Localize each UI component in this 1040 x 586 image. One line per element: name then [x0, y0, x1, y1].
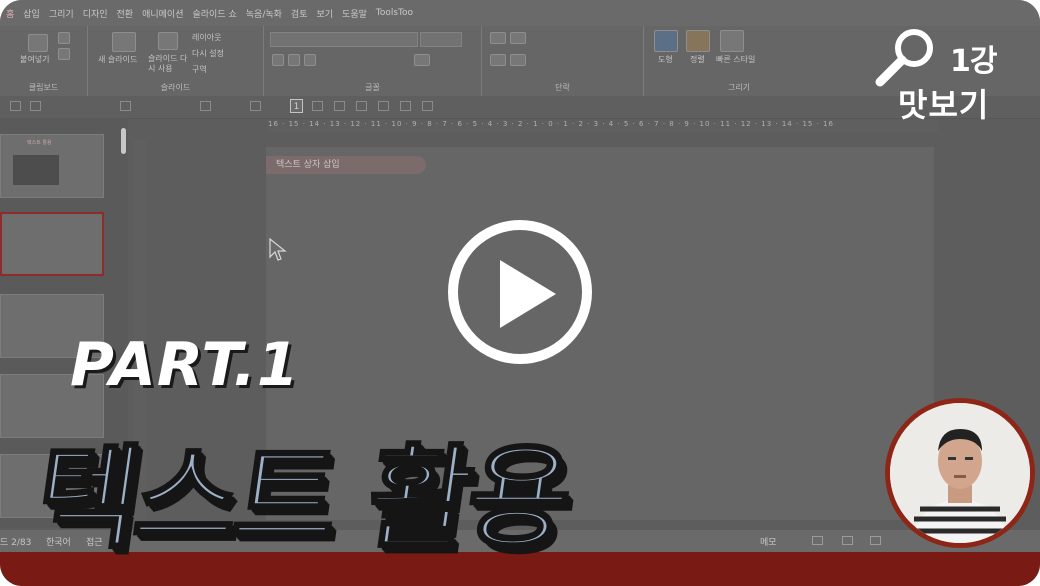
new-slide-icon[interactable] [112, 32, 136, 52]
quick-access-toolbar: 1 [0, 96, 1040, 119]
tab-slideshow[interactable]: 슬라이드 쇼 [193, 7, 246, 20]
qat-icon-6[interactable] [312, 101, 323, 111]
qat-icon-11[interactable] [422, 101, 433, 111]
quick-styles-icon[interactable] [720, 30, 744, 52]
tab-home[interactable]: 홈 [6, 7, 23, 20]
ribbon-tab-bar: 홈 삽입 그리기 디자인 전환 애니메이션 슬라이드 쇼 녹음/녹화 검토 보기… [0, 0, 1040, 26]
qat-icon-5[interactable] [250, 101, 261, 111]
layout-button[interactable]: 레이아웃 [192, 32, 221, 43]
textbox-insert-label: 텍스트 상자 삽입 [266, 156, 426, 174]
tab-help[interactable]: 도움말 [342, 7, 376, 20]
tab-record[interactable]: 녹음/녹화 [246, 7, 291, 20]
tab-transitions[interactable]: 전환 [117, 7, 143, 20]
tab-design[interactable]: 디자인 [83, 7, 117, 20]
slide-thumbnail-1[interactable]: 텍스트 활용 [0, 134, 104, 198]
video-title: 텍스트 활용 [26, 433, 577, 566]
slides-group-label: 슬라이드 [160, 83, 191, 92]
font-group-label: 글꼴 [365, 83, 380, 92]
bold-icon[interactable] [272, 54, 284, 66]
font-group: 글꼴 [264, 26, 482, 96]
section-button[interactable]: 구역 [192, 64, 207, 75]
quick-styles-button[interactable]: 빠른 스타일 [716, 54, 755, 65]
paragraph-group: 단락 [482, 26, 644, 96]
thumbnail-scrollbar[interactable] [121, 128, 126, 154]
arrange-icon[interactable] [686, 30, 710, 52]
tab-toolstoo[interactable]: ToolsToo [376, 8, 422, 18]
thumb-image [13, 155, 59, 185]
arrange-button[interactable]: 정렬 [690, 54, 705, 65]
magnifier-icon [875, 29, 933, 87]
presenter-avatar [885, 398, 1035, 548]
reset-button[interactable]: 다시 설정 [192, 48, 224, 59]
sorter-view-icon[interactable] [842, 536, 853, 545]
paste-icon[interactable] [28, 34, 48, 52]
reuse-slide-button[interactable]: 슬라이드 다시 사용 [148, 54, 188, 74]
play-icon[interactable] [500, 260, 556, 328]
shapes-button[interactable]: 도형 [658, 54, 673, 65]
tab-animations[interactable]: 애니메이션 [142, 7, 192, 20]
font-color-icon[interactable] [414, 54, 430, 66]
qat-icon-9[interactable] [378, 101, 389, 111]
slide-thumbnail-2[interactable] [0, 212, 104, 276]
tab-draw[interactable]: 그리기 [49, 7, 83, 20]
italic-icon[interactable] [288, 54, 300, 66]
new-slide-button[interactable]: 새 슬라이드 [98, 54, 137, 65]
clipboard-group: 붙여넣기 클립보드 [0, 26, 88, 96]
preview-label: 맛보기 [898, 86, 990, 124]
align-left-icon[interactable] [490, 54, 506, 66]
font-name-select[interactable] [270, 32, 418, 47]
reading-view-icon[interactable] [870, 536, 881, 545]
mouse-cursor-icon [269, 238, 287, 261]
font-size-select[interactable] [420, 32, 462, 47]
qat-icon-10[interactable] [400, 101, 411, 111]
drawing-group-label: 그리기 [727, 83, 751, 92]
slide-counter: 드 2/83 [0, 538, 32, 548]
video-thumbnail[interactable]: 홈 삽입 그리기 디자인 전환 애니메이션 슬라이드 쇼 녹음/녹화 검토 보기… [0, 0, 1040, 586]
part-label: PART.1 [70, 330, 300, 400]
paragraph-group-label: 단락 [555, 83, 570, 92]
drawing-group: 도형 정렬 빠른 스타일 그리기 [644, 26, 834, 96]
qat-icon-3[interactable] [120, 101, 131, 111]
qat-icon-2[interactable] [30, 101, 41, 111]
normal-view-icon[interactable] [812, 536, 823, 545]
tab-view[interactable]: 보기 [316, 7, 342, 20]
paste-button[interactable]: 붙여넣기 [20, 54, 49, 65]
tab-insert[interactable]: 삽입 [23, 7, 49, 20]
shapes-icon[interactable] [654, 30, 678, 52]
qat-icon-7[interactable] [334, 101, 345, 111]
horizontal-ruler: 16 · 15 · 14 · 13 · 12 · 11 · 10 · 9 · 8… [268, 120, 938, 132]
reuse-slide-icon[interactable] [158, 32, 178, 50]
presenter-image [890, 403, 1030, 543]
bullets-icon[interactable] [490, 32, 506, 44]
slides-group: 새 슬라이드 슬라이드 다시 사용 레이아웃 다시 설정 구역 슬라이드 [88, 26, 264, 96]
notes-button[interactable]: 메모 [760, 535, 777, 548]
cut-icon[interactable] [58, 32, 70, 44]
copy-icon[interactable] [58, 48, 70, 60]
qat-icon-4[interactable] [200, 101, 211, 111]
align-center-icon[interactable] [510, 54, 526, 66]
clipboard-group-label: 클립보드 [28, 83, 59, 92]
numbering-icon[interactable] [510, 32, 526, 44]
thumb-title: 텍스트 활용 [27, 140, 52, 146]
qat-icon-8[interactable] [356, 101, 367, 111]
tab-review[interactable]: 검토 [291, 7, 317, 20]
qat-icon-1[interactable] [10, 101, 21, 111]
page-number-box[interactable]: 1 [290, 99, 303, 113]
lesson-number: 1강 [950, 44, 997, 79]
underline-icon[interactable] [304, 54, 316, 66]
